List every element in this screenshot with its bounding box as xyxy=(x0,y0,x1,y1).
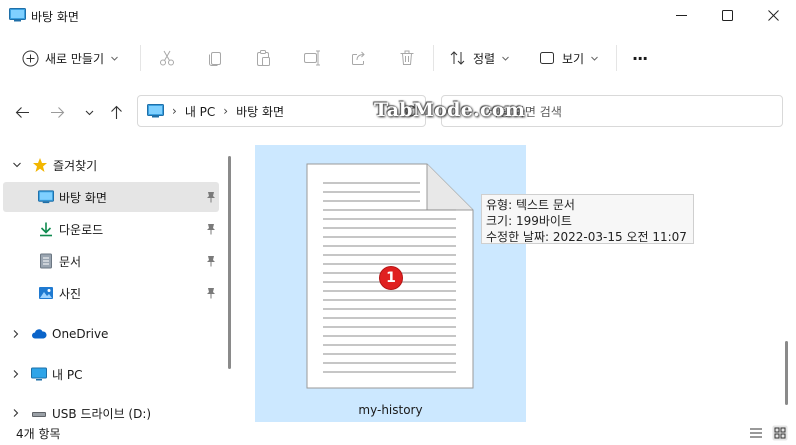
sidebar-item-label: USB 드라이브 (D:) xyxy=(52,406,152,421)
navigation-pane: 즐겨찾기 바탕 화면 다운로드 문서 사진 OneDrive 내 PC USB … xyxy=(0,144,224,424)
view-button[interactable]: 보기 xyxy=(538,46,599,70)
desktop-folder-icon xyxy=(147,104,164,118)
sidebar-item-label: 문서 xyxy=(59,254,82,269)
forward-button[interactable] xyxy=(46,101,68,123)
sidebar-item-label: OneDrive xyxy=(52,327,109,341)
large-icons-view-icon[interactable] xyxy=(772,425,788,441)
sidebar-item-onedrive[interactable]: OneDrive xyxy=(3,319,219,349)
breadcrumb-chevron-icon: › xyxy=(223,104,229,118)
chevron-down-icon xyxy=(111,56,118,61)
chevron-right-icon[interactable] xyxy=(10,368,22,380)
new-button-label: 새로 만들기 xyxy=(45,51,105,66)
breadcrumb-chevron-icon: › xyxy=(172,104,177,118)
rename-button[interactable] xyxy=(299,46,325,70)
paste-icon xyxy=(257,50,270,66)
item-count: 4개 항목 xyxy=(16,427,61,441)
sidebar-item-label: 즐겨찾기 xyxy=(53,158,98,173)
sort-label: 정렬 xyxy=(473,51,496,66)
cut-icon xyxy=(160,50,174,66)
pictures-icon xyxy=(39,287,53,299)
sidebar-item-label: 다운로드 xyxy=(59,222,104,237)
pc-icon xyxy=(31,367,47,381)
back-button[interactable] xyxy=(11,101,33,123)
copy-button[interactable] xyxy=(202,46,228,70)
delete-icon xyxy=(400,50,414,65)
new-button[interactable]: 새로 만들기 xyxy=(14,44,127,72)
toolbar-divider xyxy=(140,45,141,71)
view-icon xyxy=(540,52,554,64)
tooltip-modified: 수정한 날짜: 2022-03-15 오전 11:07 xyxy=(486,230,687,244)
cloud-icon xyxy=(32,329,47,339)
status-bar: 4개 항목 xyxy=(0,423,796,445)
file-tooltip: 유형: 텍스트 문서 크기: 199바이트 수정한 날짜: 2022-03-15… xyxy=(481,194,694,244)
details-view-icon[interactable] xyxy=(748,425,764,441)
sidebar-item-label: 내 PC xyxy=(52,367,83,382)
more-icon: ··· xyxy=(632,48,648,68)
sidebar-item-quick-access[interactable]: 즐겨찾기 xyxy=(3,150,219,180)
arrow-right-icon xyxy=(50,106,64,118)
annotation-badge: 1 xyxy=(379,266,403,290)
desktop-folder-icon xyxy=(9,8,26,22)
sidebar-item-label: 사진 xyxy=(59,286,82,301)
pin-icon[interactable] xyxy=(205,287,217,299)
cut-button[interactable] xyxy=(154,46,180,70)
view-label: 보기 xyxy=(562,51,585,66)
pin-icon[interactable] xyxy=(205,223,217,235)
file-name: my-history xyxy=(358,403,423,417)
up-button[interactable] xyxy=(105,101,127,123)
minimize-button[interactable] xyxy=(658,0,704,30)
command-bar: 새로 만들기 정렬 보기 ··· xyxy=(0,36,796,80)
sidebar-item-desktop[interactable]: 바탕 화면 xyxy=(3,182,219,212)
watermark-text: TabMode.com xyxy=(374,99,526,121)
paste-button[interactable] xyxy=(250,46,276,70)
breadcrumb-desktop[interactable]: 바탕 화면 xyxy=(236,103,284,120)
copy-icon xyxy=(209,52,221,66)
chevron-down-icon xyxy=(591,56,598,61)
sidebar-item-downloads[interactable]: 다운로드 xyxy=(3,214,219,244)
content-scrollbar[interactable] xyxy=(785,341,788,405)
download-icon xyxy=(40,222,52,237)
share-icon xyxy=(352,51,365,65)
chevron-down-icon xyxy=(85,110,93,115)
chevron-down-icon xyxy=(502,56,509,61)
desktop-icon xyxy=(38,190,54,204)
more-options-button[interactable]: ··· xyxy=(632,46,648,70)
share-button[interactable] xyxy=(346,46,372,70)
plus-circle-icon xyxy=(22,50,39,66)
sort-icon xyxy=(450,51,465,65)
sidebar-item-documents[interactable]: 문서 xyxy=(3,246,219,276)
usb-drive-icon xyxy=(32,412,46,417)
toolbar-divider xyxy=(616,45,617,71)
sidebar-scrollbar[interactable] xyxy=(228,156,231,369)
pin-icon[interactable] xyxy=(205,191,217,203)
sidebar-item-this-pc[interactable]: 내 PC xyxy=(3,359,219,389)
close-button[interactable] xyxy=(750,0,796,30)
chevron-down-icon[interactable] xyxy=(11,159,23,171)
arrow-up-icon xyxy=(110,105,122,119)
chevron-right-icon[interactable] xyxy=(10,407,22,419)
pin-icon[interactable] xyxy=(205,255,217,267)
rename-icon xyxy=(304,50,320,66)
minimize-icon xyxy=(675,14,687,16)
document-icon xyxy=(40,253,52,269)
title-bar: 바탕 화면 xyxy=(0,0,796,32)
window-title: 바탕 화면 xyxy=(31,10,79,24)
sort-button[interactable]: 정렬 xyxy=(449,46,510,70)
tooltip-size: 크기: 199바이트 xyxy=(486,214,572,228)
delete-button[interactable] xyxy=(394,46,420,70)
chevron-right-icon[interactable] xyxy=(10,328,22,340)
close-icon xyxy=(767,9,779,21)
breadcrumb-this-pc[interactable]: 내 PC xyxy=(185,103,215,120)
arrow-left-icon xyxy=(15,106,29,118)
maximize-icon xyxy=(721,9,733,21)
star-icon xyxy=(33,158,47,172)
tooltip-type: 유형: 텍스트 문서 xyxy=(486,198,575,212)
sidebar-item-pictures[interactable]: 사진 xyxy=(3,278,219,308)
maximize-button[interactable] xyxy=(704,0,750,30)
toolbar-divider xyxy=(433,45,434,71)
recent-locations-button[interactable] xyxy=(78,101,100,123)
sidebar-item-label: 바탕 화면 xyxy=(59,190,107,205)
